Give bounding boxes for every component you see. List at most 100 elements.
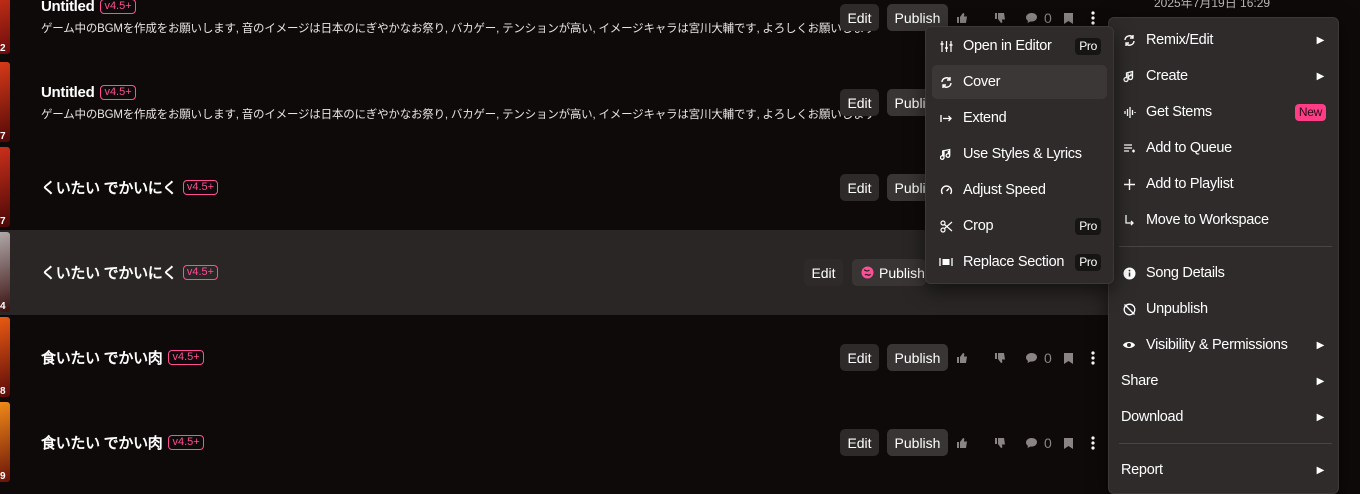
- publish-button[interactable]: Publish: [887, 344, 948, 371]
- more-options-icon[interactable]: [1086, 11, 1100, 25]
- extend-icon: [938, 110, 954, 126]
- song-thumbnail[interactable]: 2: [0, 0, 10, 54]
- menu-item-get-stems[interactable]: Get Stems New: [1115, 95, 1332, 129]
- more-options-icon[interactable]: [1086, 436, 1100, 450]
- comment-icon[interactable]: [1024, 436, 1038, 450]
- bookmark-icon[interactable]: [1062, 436, 1076, 450]
- song-thumbnail[interactable]: 9: [0, 402, 10, 482]
- menu-item-add-to-queue[interactable]: Add to Queue: [1115, 131, 1332, 165]
- version-badge: v4.5+: [100, 85, 136, 100]
- thumbnail-count: 7: [0, 216, 6, 227]
- thumbnail-count: 2: [0, 43, 6, 54]
- song-thumbnail[interactable]: 7: [0, 62, 10, 142]
- song-description: ゲーム中のBGMを作成をお願いします, 音のイメージは日本のにぎやかなお祭り, …: [41, 109, 876, 121]
- submenu-item-cover[interactable]: Cover: [932, 65, 1107, 99]
- menu-item-share[interactable]: Share ▶: [1115, 364, 1332, 398]
- song-title[interactable]: Untitled: [41, 84, 95, 101]
- version-badge: v4.5+: [182, 180, 219, 195]
- remix-icon: [1121, 32, 1137, 48]
- submenu-item-crop[interactable]: Crop Pro: [932, 209, 1107, 243]
- comment-icon[interactable]: [1024, 351, 1038, 365]
- thumbnail-count: 8: [0, 386, 6, 397]
- edit-button[interactable]: Edit: [840, 89, 879, 116]
- song-title[interactable]: くいたい でかいにく: [41, 177, 177, 198]
- song-context-menu: Remix/Edit ▶ Create ▶ Get Stems New Add …: [1108, 17, 1339, 494]
- thumbs-up-icon[interactable]: [955, 436, 969, 450]
- menu-item-visibility-permissions[interactable]: Visibility & Permissions ▶: [1115, 328, 1332, 362]
- song-description: ゲーム中のBGMを作成をお願いします, 音のイメージは日本のにぎやかなお祭り, …: [41, 23, 876, 35]
- menu-item-song-details[interactable]: Song Details: [1115, 256, 1332, 290]
- replace-section-icon: [938, 254, 954, 270]
- info-icon: [1121, 265, 1137, 281]
- sliders-icon: [938, 38, 954, 54]
- music-notes-icon: [938, 146, 954, 162]
- submenu-item-replace-section[interactable]: Replace Section Pro: [932, 245, 1107, 279]
- thumbs-up-icon[interactable]: [955, 351, 969, 365]
- submenu-item-adjust-speed[interactable]: Adjust Speed: [932, 173, 1107, 207]
- chevron-right-icon: ▶: [1316, 411, 1325, 423]
- submenu-item-use-styles-lyrics[interactable]: Use Styles & Lyrics: [932, 137, 1107, 171]
- speed-icon: [938, 182, 954, 198]
- chevron-right-icon: ▶: [1316, 464, 1325, 476]
- menu-item-move-to-workspace[interactable]: Move to Workspace: [1115, 203, 1332, 237]
- thumbs-down-icon[interactable]: [993, 11, 1007, 25]
- comment-count: 0: [1044, 350, 1052, 366]
- edit-button[interactable]: Edit: [840, 429, 879, 456]
- version-badge: v4.5+: [100, 0, 136, 14]
- song-title[interactable]: 食いたい でかい肉: [41, 432, 163, 453]
- pro-badge: Pro: [1075, 217, 1101, 235]
- menu-item-add-to-playlist[interactable]: Add to Playlist: [1115, 167, 1332, 201]
- menu-item-report[interactable]: Report ▶: [1115, 453, 1332, 487]
- menu-divider: [1119, 443, 1332, 444]
- menu-item-download[interactable]: Download ▶: [1115, 400, 1332, 434]
- create-icon: [1121, 68, 1137, 84]
- edit-button[interactable]: Edit: [840, 344, 879, 371]
- comment-count: 0: [1044, 435, 1052, 451]
- thumbs-down-icon[interactable]: [993, 436, 1007, 450]
- publish-label: Publish: [879, 264, 925, 281]
- menu-item-remix-edit[interactable]: Remix/Edit ▶: [1115, 23, 1332, 57]
- song-actions: 0: [955, 348, 1100, 368]
- queue-icon: [1121, 140, 1137, 156]
- song-title[interactable]: 食いたい でかい肉: [41, 347, 163, 368]
- song-row[interactable]: 9 食いたい でかい肉 v4.5+ Edit Publish 0: [0, 400, 1110, 485]
- thumbs-up-icon[interactable]: [955, 11, 969, 25]
- remix-edit-submenu: Open in Editor Pro Cover Extend Use Styl…: [925, 26, 1114, 284]
- thumbs-down-icon[interactable]: [993, 351, 1007, 365]
- song-title[interactable]: Untitled: [41, 0, 95, 15]
- edit-button[interactable]: Edit: [840, 174, 879, 201]
- comment-icon[interactable]: [1024, 11, 1038, 25]
- song-title[interactable]: くいたい でかいにく: [41, 262, 177, 283]
- menu-item-create[interactable]: Create ▶: [1115, 59, 1332, 93]
- bookmark-icon[interactable]: [1062, 351, 1076, 365]
- move-icon: [1121, 212, 1137, 228]
- side-panel-date: 2025年7月19日 16:29: [1154, 0, 1271, 10]
- globe-icon: [861, 266, 874, 279]
- cover-icon: [938, 74, 954, 90]
- song-thumbnail[interactable]: 4: [0, 232, 10, 312]
- edit-button[interactable]: Edit: [804, 259, 843, 286]
- version-badge: v4.5+: [168, 435, 204, 450]
- song-row[interactable]: 8 食いたい でかい肉 v4.5+ Edit Publish 0: [0, 315, 1110, 400]
- new-badge: New: [1294, 103, 1326, 121]
- menu-item-unpublish[interactable]: Unpublish: [1115, 292, 1332, 326]
- song-thumbnail[interactable]: 8: [0, 317, 10, 397]
- edit-button[interactable]: Edit: [840, 4, 879, 31]
- song-thumbnail[interactable]: 7: [0, 147, 10, 227]
- submenu-item-open-in-editor[interactable]: Open in Editor Pro: [932, 29, 1107, 63]
- pro-badge: Pro: [1075, 37, 1101, 55]
- song-actions: 0: [955, 433, 1100, 453]
- publish-button[interactable]: Publish: [887, 429, 948, 456]
- unpublish-icon: [1121, 301, 1137, 317]
- submenu-item-extend[interactable]: Extend: [932, 101, 1107, 135]
- comment-count: 0: [1044, 10, 1052, 26]
- version-badge: v4.5+: [168, 350, 204, 365]
- publish-button[interactable]: Publish: [852, 259, 926, 286]
- stems-icon: [1121, 104, 1137, 120]
- more-options-icon[interactable]: [1086, 351, 1100, 365]
- song-actions: 0: [955, 8, 1100, 28]
- chevron-right-icon: ▶: [1316, 375, 1325, 387]
- chevron-right-icon: ▶: [1316, 339, 1325, 351]
- bookmark-icon[interactable]: [1062, 11, 1076, 25]
- version-badge: v4.5+: [182, 265, 219, 280]
